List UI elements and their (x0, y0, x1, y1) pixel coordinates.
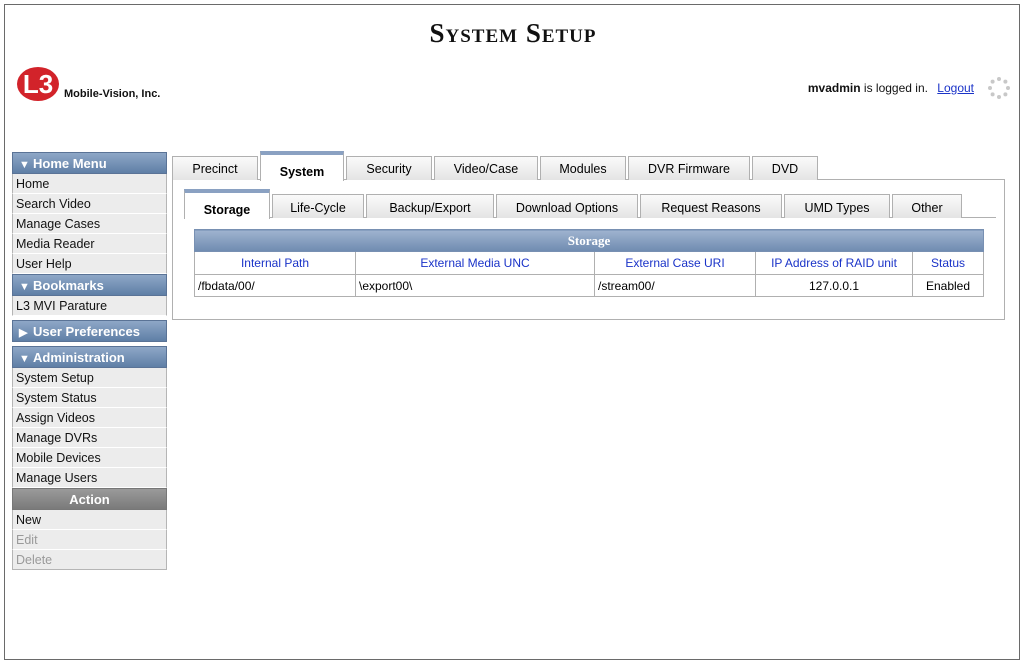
column-header-external-media-unc[interactable]: External Media UNC (355, 251, 595, 275)
login-status: mvadmin is logged in. Logout (808, 81, 974, 95)
collapse-arrow-icon: ▼ (19, 353, 30, 365)
subtab-backup-export[interactable]: Backup/Export (366, 194, 494, 218)
tab-dvr-firmware[interactable]: DVR Firmware (628, 156, 750, 180)
bookmarks-header[interactable]: ▼ Bookmarks (12, 274, 167, 296)
column-header-internal-path[interactable]: Internal Path (194, 251, 356, 275)
tab-security[interactable]: Security (346, 156, 432, 180)
logo-text: L3 (23, 69, 53, 99)
collapse-arrow-icon: ▼ (19, 281, 30, 293)
sidebar-item-manage-dvrs[interactable]: Manage DVRs (12, 428, 167, 448)
l3-logo: L3 (17, 67, 59, 101)
subtab-storage[interactable]: Storage (184, 189, 270, 219)
column-header-external-case-uri[interactable]: External Case URI (594, 251, 756, 275)
tab-video-case[interactable]: Video/Case (434, 156, 538, 180)
sidebar: ▼ Home Menu Home Search Video Manage Case… (12, 152, 167, 570)
cell-ip-address: 127.0.0.1 (755, 274, 913, 297)
home-menu-header[interactable]: ▼ Home Menu (12, 152, 167, 174)
company-name: Mobile-Vision, Inc. (64, 88, 161, 100)
sidebar-item-home[interactable]: Home (12, 174, 167, 194)
column-header-ip-address[interactable]: IP Address of RAID unit (755, 251, 913, 275)
sidebar-item-search-video[interactable]: Search Video (12, 194, 167, 214)
action-edit: Edit (12, 530, 167, 550)
subtab-umd-types[interactable]: UMD Types (784, 194, 890, 218)
page-title: System Setup (429, 18, 597, 48)
subtab-other[interactable]: Other (892, 194, 962, 218)
storage-table: Storage Internal Path External Media UNC… (194, 229, 984, 297)
cell-external-case-uri: /stream00/ (594, 274, 756, 297)
loading-spinner-icon (988, 77, 1010, 99)
user-preferences-header[interactable]: ▶ User Preferences (12, 320, 167, 342)
sidebar-item-system-status[interactable]: System Status (12, 388, 167, 408)
sidebar-item-media-reader[interactable]: Media Reader (12, 234, 167, 254)
tab-precinct[interactable]: Precinct (172, 156, 258, 180)
logout-link[interactable]: Logout (937, 81, 974, 95)
collapse-arrow-icon: ▼ (19, 159, 30, 171)
sidebar-item-manage-users[interactable]: Manage Users (12, 468, 167, 488)
tab-modules[interactable]: Modules (540, 156, 626, 180)
action-header: Action (12, 488, 167, 510)
subtab-download-options[interactable]: Download Options (496, 194, 638, 218)
sidebar-item-l3-mvi-parature[interactable]: L3 MVI Parature (12, 296, 167, 316)
tab-dvd[interactable]: DVD (752, 156, 818, 180)
sidebar-item-mobile-devices[interactable]: Mobile Devices (12, 448, 167, 468)
action-new[interactable]: New (12, 510, 167, 530)
subtab-request-reasons[interactable]: Request Reasons (640, 194, 782, 218)
username: mvadmin (807, 81, 861, 95)
table-caption: Storage (194, 229, 984, 252)
sidebar-item-system-setup[interactable]: System Setup (12, 368, 167, 388)
cell-status: Enabled (912, 274, 984, 297)
sidebar-item-manage-cases[interactable]: Manage Cases (12, 214, 167, 234)
sidebar-item-user-help[interactable]: User Help (12, 254, 167, 274)
cell-external-media-unc: \export00\ (355, 274, 595, 297)
tab-system[interactable]: System (260, 151, 344, 181)
cell-internal-path: /fbdata/00/ (194, 274, 356, 297)
subtab-life-cycle[interactable]: Life-Cycle (272, 194, 364, 218)
action-delete: Delete (12, 550, 167, 570)
expand-arrow-icon: ▶ (19, 327, 28, 339)
column-header-status[interactable]: Status (912, 251, 984, 275)
administration-header[interactable]: ▼ Administration (12, 346, 167, 368)
table-row[interactable]: /fbdata/00/ \export00\ /stream00/ 127.0.… (194, 274, 984, 297)
login-suffix: is logged in. (863, 81, 928, 95)
sidebar-item-assign-videos[interactable]: Assign Videos (12, 408, 167, 428)
